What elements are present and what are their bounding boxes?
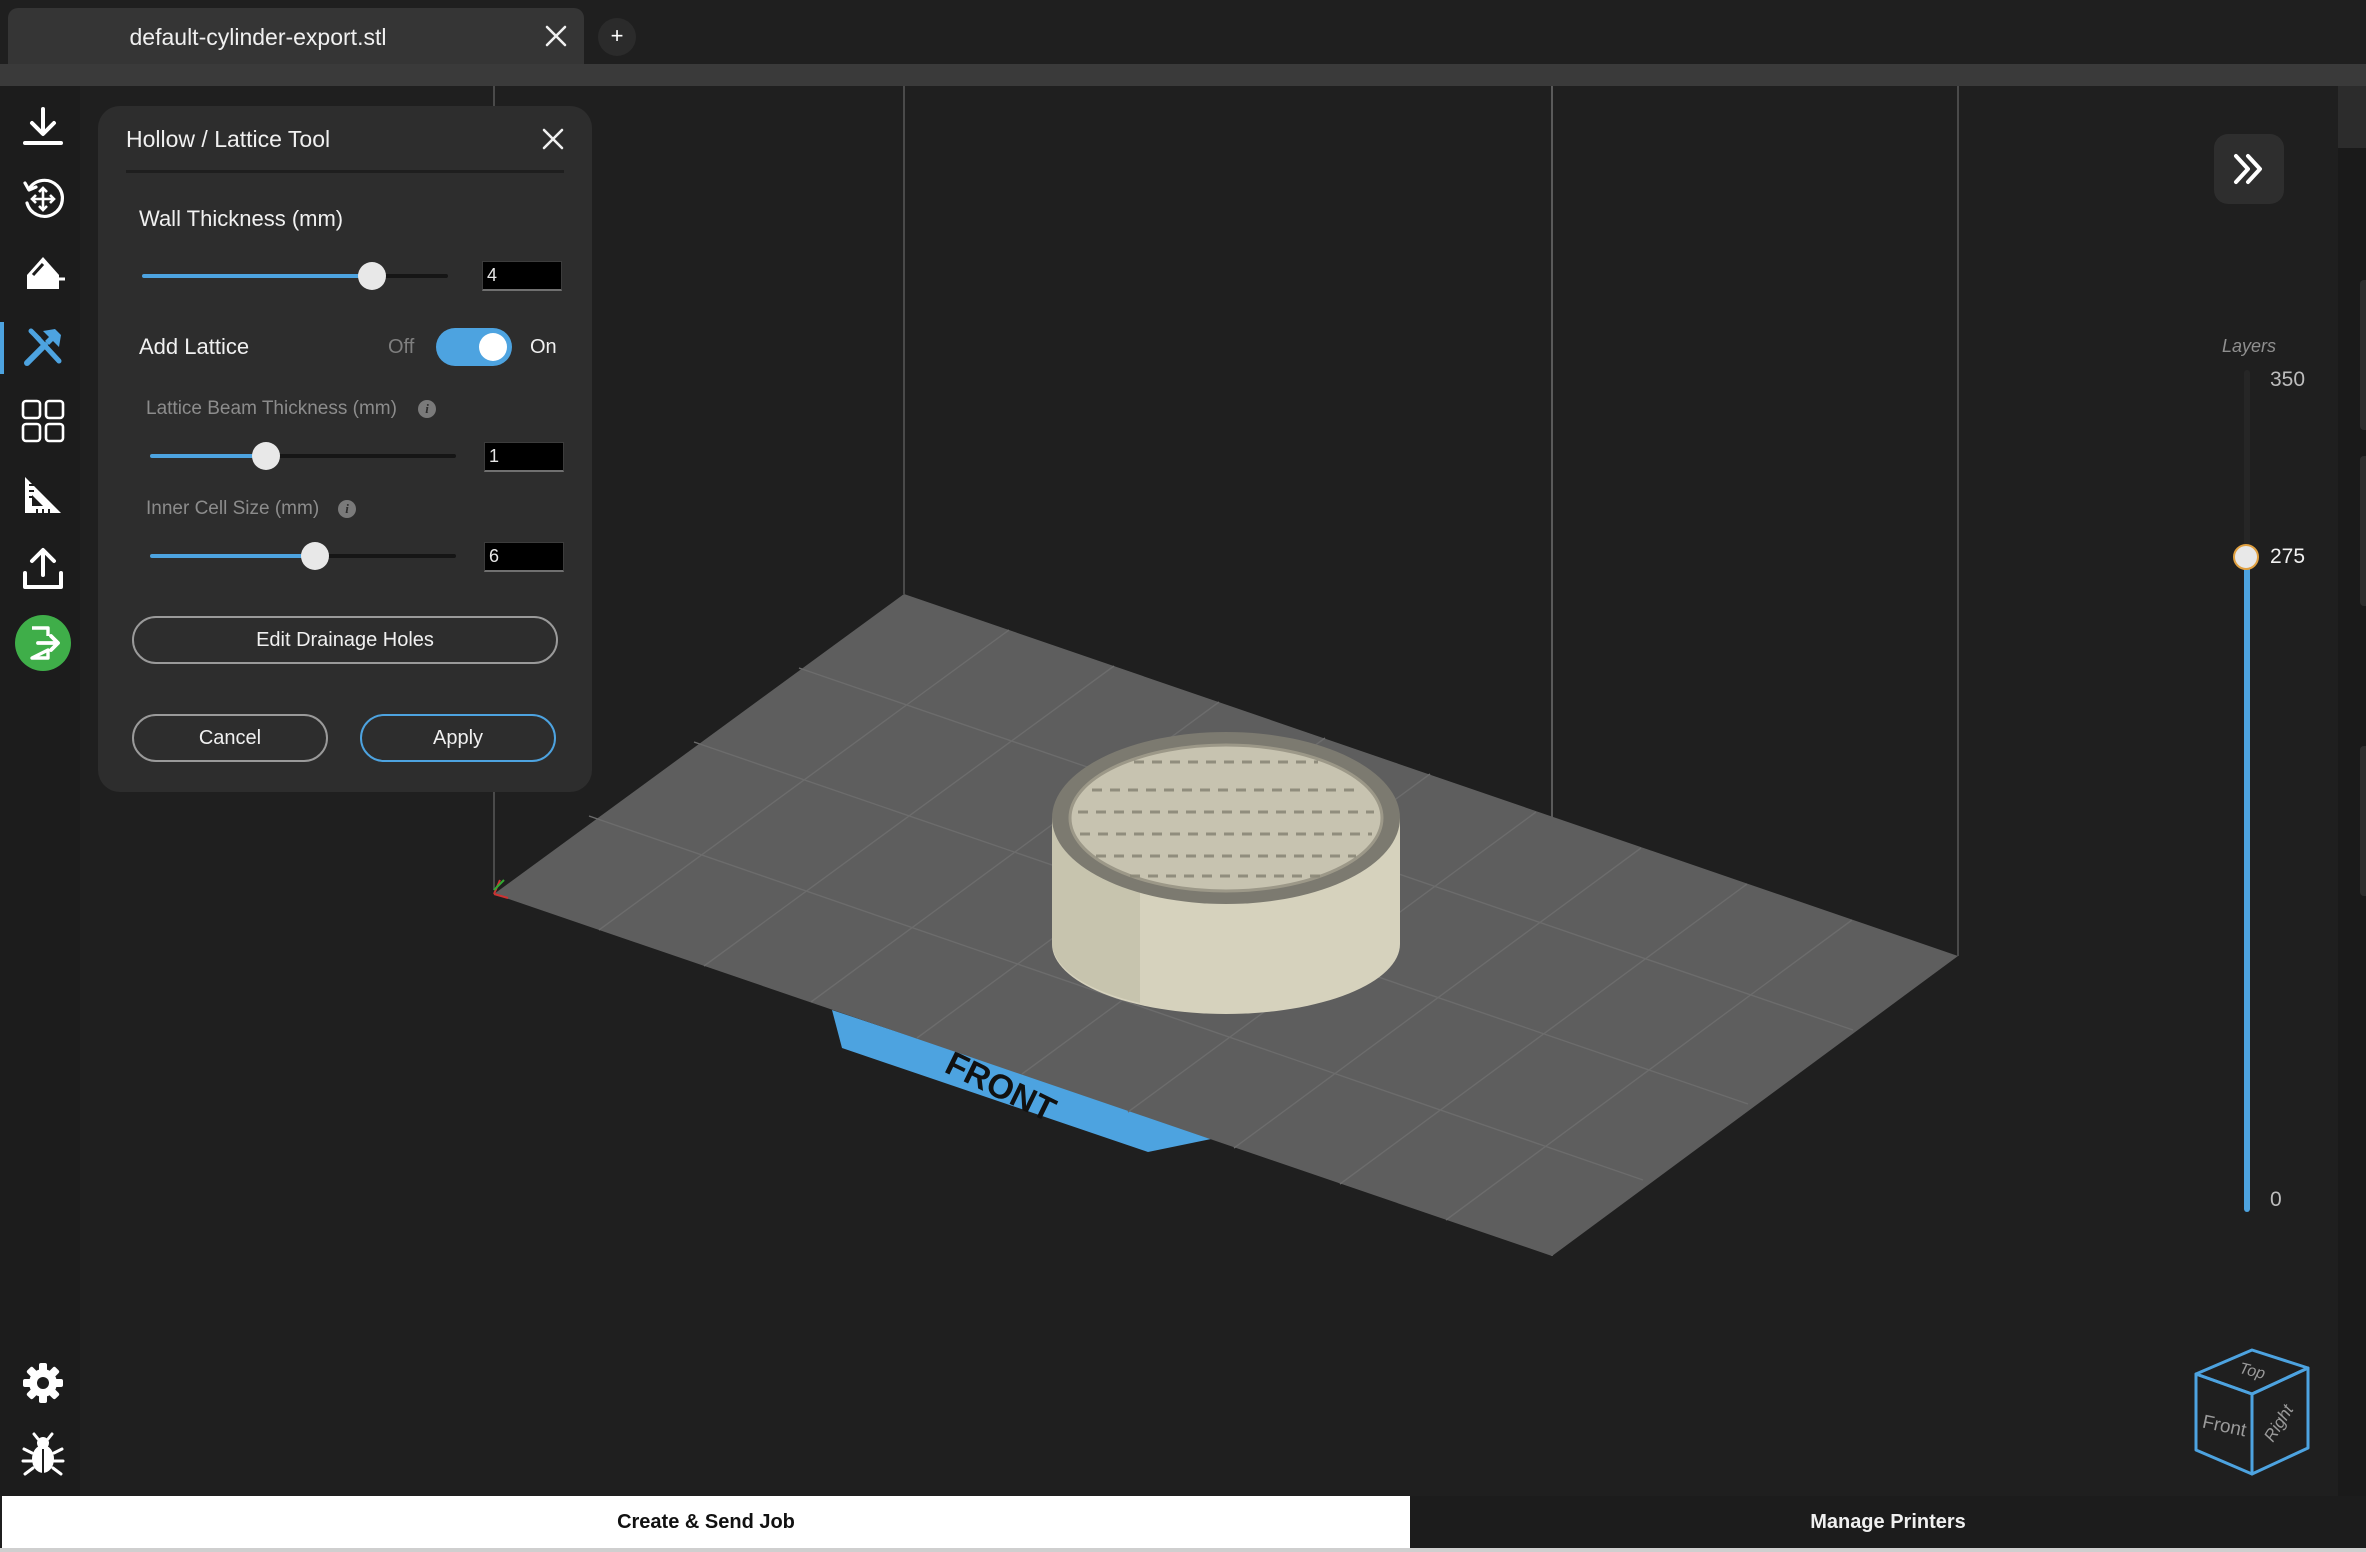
slider-fill	[150, 454, 267, 458]
beam-thickness-label: Lattice Beam Thickness (mm)	[146, 398, 397, 419]
measure-button[interactable]	[12, 464, 74, 526]
cube-top-face[interactable]: Top	[2237, 1360, 2267, 1383]
download-icon	[23, 107, 63, 145]
slider-fill	[150, 554, 316, 558]
add-lattice-label: Add Lattice	[139, 334, 250, 359]
import-button[interactable]	[12, 96, 74, 158]
slider-fill	[142, 274, 372, 278]
scroll-thumb[interactable]	[2338, 86, 2366, 148]
add-lattice-toggle[interactable]	[436, 328, 512, 366]
view-cube[interactable]: Top Front Right	[2190, 1344, 2318, 1476]
cancel-button[interactable]: Cancel	[132, 714, 328, 762]
layers-min: 0	[2270, 1188, 2282, 1211]
tools-icon	[24, 328, 62, 366]
wall-thickness-label: Wall Thickness (mm)	[139, 206, 344, 231]
panel-title: Hollow / Lattice Tool	[126, 126, 331, 152]
layers-max: 350	[2270, 368, 2306, 391]
toggle-knob	[479, 333, 507, 361]
divider	[126, 170, 564, 173]
cylinder-model[interactable]	[1052, 732, 1400, 1014]
beam-thickness-slider[interactable]	[150, 442, 456, 470]
apply-button[interactable]: Apply	[360, 714, 556, 762]
slider-knob[interactable]	[301, 542, 330, 570]
tools-button[interactable]	[0, 316, 74, 378]
right-scrollbar[interactable]	[2338, 86, 2366, 1496]
exit-icon	[15, 615, 71, 671]
arrange-button[interactable]	[12, 390, 74, 452]
debug-button[interactable]	[12, 1424, 74, 1486]
gear-icon	[23, 1363, 63, 1403]
beam-thickness-input[interactable]	[484, 442, 564, 472]
layers-label: Layers	[2222, 336, 2277, 356]
left-toolbar	[0, 86, 81, 1496]
paint-button[interactable]	[12, 242, 74, 304]
upload-icon	[23, 548, 63, 589]
side-tab[interactable]	[2360, 746, 2366, 896]
layers-current: 275	[2270, 545, 2306, 568]
wall-thickness-input[interactable]	[482, 261, 562, 291]
cell-size-input[interactable]	[484, 542, 564, 572]
file-tab[interactable]: default-cylinder-export.stl	[8, 8, 584, 64]
export-button[interactable]	[12, 538, 74, 600]
slider-knob[interactable]	[357, 262, 386, 290]
side-tab[interactable]	[2360, 280, 2366, 430]
slider-knob[interactable]	[252, 442, 281, 470]
settings-button[interactable]	[12, 1352, 74, 1414]
exit-tool-button[interactable]	[12, 612, 74, 674]
collapse-panel-button[interactable]	[2214, 134, 2284, 204]
edit-drainage-holes-button[interactable]: Edit Drainage Holes	[132, 616, 558, 664]
tab-bar: default-cylinder-export.stl +	[0, 0, 2366, 66]
layers-fill	[2244, 557, 2250, 1212]
cell-size-slider[interactable]	[150, 542, 456, 570]
info-icon[interactable]: i	[338, 500, 356, 518]
close-icon[interactable]	[538, 124, 568, 154]
grid-icon	[21, 399, 65, 443]
new-tab-button[interactable]: +	[598, 18, 636, 56]
cube-front-face[interactable]: Front	[2200, 1412, 2248, 1442]
move-rotate-icon	[23, 178, 64, 218]
tab-strip	[0, 64, 2366, 86]
hollow-lattice-panel: Hollow / Lattice Tool Wall Thickness (mm…	[98, 106, 592, 792]
move-rotate-button[interactable]	[12, 168, 74, 230]
create-send-job-tab[interactable]: Create & Send Job	[2, 1496, 1410, 1548]
bottom-edge	[0, 1548, 2366, 1552]
layers-handle[interactable]	[2233, 544, 2259, 570]
manage-printers-tab[interactable]: Manage Printers	[1410, 1496, 2366, 1548]
info-icon[interactable]: i	[418, 400, 436, 418]
toggle-on-label: On	[530, 336, 557, 358]
tab-title: default-cylinder-export.stl	[129, 24, 387, 50]
toggle-off-label: Off	[388, 336, 415, 358]
bug-icon	[21, 1432, 65, 1476]
paint-fill-icon	[27, 257, 65, 289]
close-icon[interactable]	[542, 22, 570, 50]
bottom-bar: Create & Send Job Manage Printers	[0, 1496, 2366, 1552]
cell-size-label: Inner Cell Size (mm)	[146, 498, 320, 519]
cube-right-face[interactable]: Right	[2260, 1400, 2298, 1445]
ruler-triangle-icon	[25, 477, 61, 513]
wall-thickness-slider[interactable]	[142, 262, 448, 290]
double-chevron-right-icon	[2234, 154, 2262, 184]
side-tab[interactable]	[2360, 456, 2366, 606]
